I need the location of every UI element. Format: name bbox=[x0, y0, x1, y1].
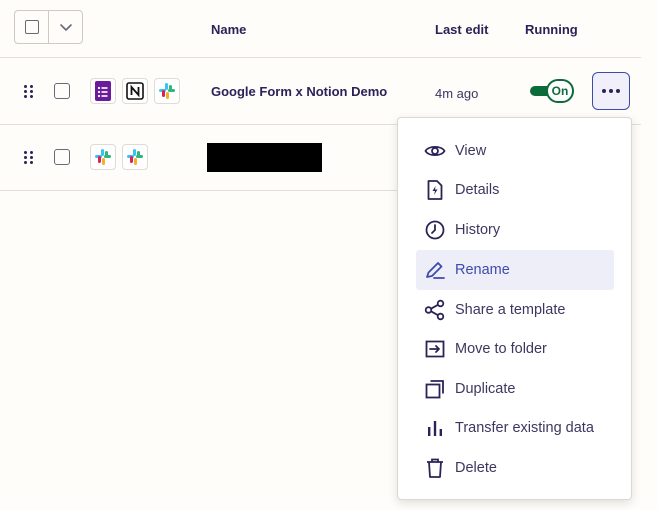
trash-icon bbox=[424, 457, 446, 479]
drag-handle-icon[interactable] bbox=[24, 151, 33, 164]
ellipsis-icon bbox=[602, 89, 620, 93]
share-icon bbox=[424, 299, 446, 321]
row-checkbox[interactable] bbox=[54, 149, 70, 165]
menu-item-move-to-folder[interactable]: Move to folder bbox=[416, 329, 614, 369]
pen-icon bbox=[424, 259, 446, 281]
toggle-on-label: On bbox=[546, 79, 574, 103]
chevron-down-icon bbox=[59, 24, 72, 31]
row-divider bbox=[0, 190, 400, 191]
more-options-button[interactable] bbox=[592, 72, 630, 110]
menu-item-delete[interactable]: Delete bbox=[416, 448, 614, 488]
menu-item-share-template[interactable]: Share a template bbox=[416, 290, 614, 330]
menu-item-duplicate[interactable]: Duplicate bbox=[416, 369, 614, 409]
row-checkbox[interactable] bbox=[54, 83, 70, 99]
select-all-checkbox[interactable] bbox=[15, 11, 48, 43]
google-forms-icon bbox=[90, 78, 116, 104]
drag-handle-icon[interactable] bbox=[24, 85, 33, 98]
column-header-last-edit[interactable]: Last edit bbox=[435, 22, 488, 37]
menu-item-view[interactable]: View bbox=[416, 131, 614, 171]
bar-chart-icon bbox=[424, 417, 446, 439]
slack-icon bbox=[90, 144, 116, 170]
slack-icon bbox=[122, 144, 148, 170]
select-all-control[interactable] bbox=[14, 10, 83, 44]
menu-item-rename[interactable]: Rename bbox=[416, 250, 614, 290]
zap-actions-menu: View Details History Rename Share a temp… bbox=[397, 117, 632, 500]
menu-item-transfer-data[interactable]: Transfer existing data bbox=[416, 408, 614, 448]
column-header-name[interactable]: Name bbox=[211, 22, 246, 37]
slack-icon bbox=[154, 78, 180, 104]
last-edit-time: 4m ago bbox=[435, 86, 479, 101]
move-folder-icon bbox=[424, 338, 446, 360]
duplicate-icon bbox=[424, 378, 446, 400]
details-icon bbox=[424, 179, 446, 201]
select-dropdown-button[interactable] bbox=[48, 11, 82, 43]
column-header-running[interactable]: Running bbox=[525, 22, 578, 37]
zap-name[interactable]: Google Form x Notion Demo bbox=[211, 84, 387, 99]
clock-icon bbox=[424, 219, 446, 241]
menu-item-details[interactable]: Details bbox=[416, 170, 614, 210]
redacted-zap-name bbox=[207, 143, 322, 172]
header-divider bbox=[0, 57, 641, 58]
eye-icon bbox=[424, 140, 446, 162]
running-toggle[interactable]: On bbox=[530, 79, 574, 103]
notion-icon bbox=[122, 78, 148, 104]
menu-item-history[interactable]: History bbox=[416, 210, 614, 250]
